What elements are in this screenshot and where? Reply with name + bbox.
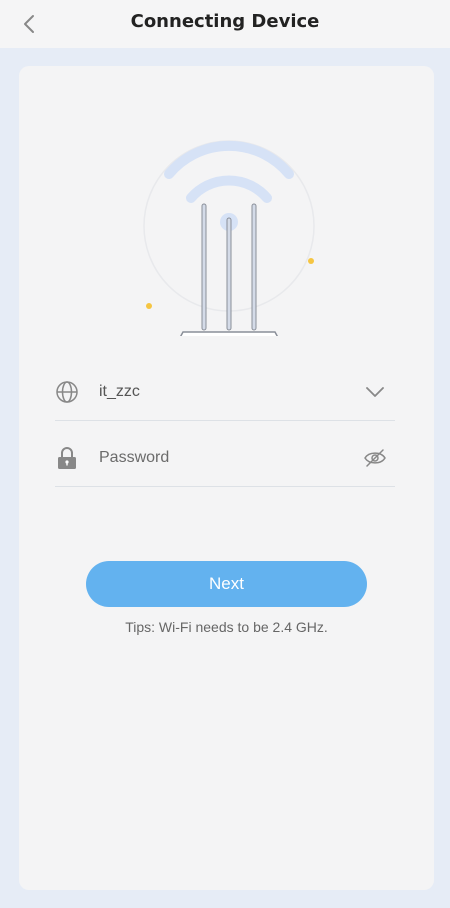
accent-dot-left <box>146 303 152 309</box>
wifi-ssid-field[interactable]: it_zzc <box>55 368 395 421</box>
top-bar: Connecting Device <box>0 0 450 48</box>
router-top <box>179 331 279 336</box>
wifi-wave-outer <box>164 140 294 179</box>
globe-icon <box>56 381 78 403</box>
connect-card: it_zzc Next Tips: Wi-Fi needs to be 2.4 … <box>19 66 434 890</box>
chevron-down-icon[interactable] <box>363 380 387 404</box>
eye-slash-icon[interactable] <box>363 446 387 470</box>
password-field <box>55 434 395 487</box>
antenna-center <box>226 217 232 331</box>
wifi-wave-middle <box>186 175 272 203</box>
password-input[interactable] <box>99 444 349 472</box>
router-wifi-illustration <box>143 140 315 336</box>
tips-text: Tips: Wi-Fi needs to be 2.4 GHz. <box>125 619 328 635</box>
accent-dot-right <box>308 258 314 264</box>
next-button[interactable]: Next <box>86 561 367 607</box>
page-title: Connecting Device <box>130 11 320 32</box>
antenna-left <box>201 203 207 331</box>
antenna-right <box>251 203 257 331</box>
lock-icon <box>58 447 76 469</box>
wifi-ssid-value: it_zzc <box>99 383 140 400</box>
